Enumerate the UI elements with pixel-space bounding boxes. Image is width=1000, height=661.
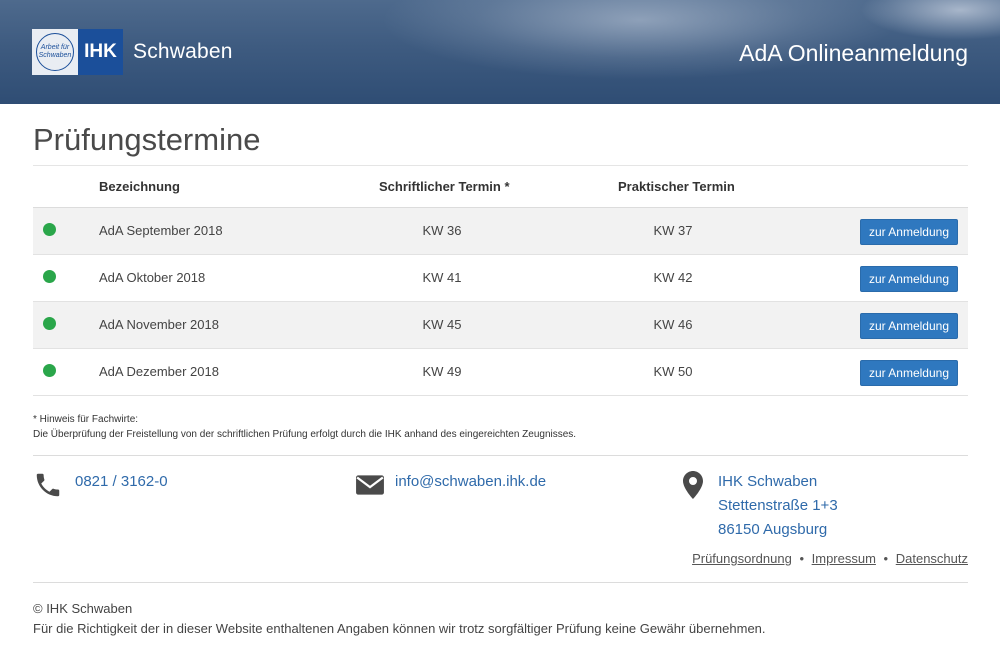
exam-dates-table: Bezeichnung Schriftlicher Termin * Prakt… [33,166,968,396]
link-impressum[interactable]: Impressum [812,551,876,566]
phone-icon [36,473,60,497]
envelope-icon [356,475,384,495]
app-title: AdA Onlineanmeldung [739,40,968,66]
link-pruefungsordnung[interactable]: Prüfungsordnung [692,551,792,566]
status-dot-icon [43,270,56,283]
address-lines: IHK Schwaben Stettenstraße 1+3 86150 Aug… [718,470,838,542]
address-street[interactable]: Stettenstraße 1+3 [718,497,838,514]
logo-seal-text: Arbeit für Schwaben [36,33,74,71]
exam-name: AdA November 2018 [99,317,219,332]
link-datenschutz[interactable]: Datenschutz [896,551,968,566]
written-date: KW 49 [422,364,462,379]
register-button[interactable]: zur Anmeldung [859,266,958,292]
register-button[interactable]: zur Anmeldung [859,360,958,386]
table-row: AdA Oktober 2018 KW 41 KW 42 zur Anmeldu… [33,255,968,302]
link-separator: • [799,551,804,566]
column-header-practical: Praktischer Termin [618,179,735,194]
register-button[interactable]: zur Anmeldung [859,219,958,245]
status-dot-icon [43,317,56,330]
written-date: KW 45 [422,317,462,332]
practical-date: KW 37 [653,223,693,238]
footnote: * Hinweis für Fachwirte: Die Überprüfung… [33,412,576,442]
site-header: Arbeit für Schwaben IHK Schwaben AdA Onl… [0,0,1000,104]
status-dot-icon [43,223,56,236]
site-footer: © IHK Schwaben Für die Richtigkeit der i… [33,599,766,639]
column-header-written: Schriftlicher Termin * [379,179,510,194]
email-link[interactable]: info@schwaben.ihk.de [395,470,546,494]
contact-email: info@schwaben.ihk.de [355,470,546,500]
table-row: AdA Dezember 2018 KW 49 KW 50 zur Anmeld… [33,349,968,396]
map-marker-icon [683,471,703,499]
phone-link[interactable]: 0821 / 3162-0 [75,470,168,494]
divider [33,455,968,456]
written-date: KW 41 [422,270,462,285]
table-row: AdA September 2018 KW 36 KW 37 zur Anmel… [33,208,968,255]
ihk-logo[interactable]: Arbeit für Schwaben IHK Schwaben [32,29,233,75]
status-dot-icon [43,364,56,377]
written-date: KW 36 [422,223,462,238]
footnote-title: * Hinweis für Fachwirte: [33,414,139,425]
address-city[interactable]: 86150 Augsburg [718,521,827,538]
disclaimer: Für die Richtigkeit der in dieser Websit… [33,621,766,636]
table-header: Bezeichnung Schriftlicher Termin * Prakt… [33,166,968,208]
practical-date: KW 46 [653,317,693,332]
exam-name: AdA September 2018 [99,223,223,238]
register-button[interactable]: zur Anmeldung [859,313,958,339]
exam-name: AdA Dezember 2018 [99,364,219,379]
address-name[interactable]: IHK Schwaben [718,473,817,490]
column-header-name: Bezeichnung [99,179,180,194]
copyright: © IHK Schwaben [33,601,133,616]
logo-name: Schwaben [133,40,233,63]
footnote-text: Die Überprüfung der Freistellung von der… [33,429,577,440]
contact-phone: 0821 / 3162-0 [33,470,168,500]
header-sheen [860,0,1000,40]
table-row: AdA November 2018 KW 45 KW 46 zur Anmeld… [33,302,968,349]
logo-ihk-mark: IHK [78,29,123,75]
divider [33,582,968,583]
contact-address: IHK Schwaben Stettenstraße 1+3 86150 Aug… [678,470,838,542]
logo-seal: Arbeit für Schwaben [32,29,78,75]
page-title: Prüfungstermine [33,122,261,157]
exam-name: AdA Oktober 2018 [99,270,206,285]
legal-links: Prüfungsordnung • Impressum • Datenschut… [692,551,968,566]
practical-date: KW 42 [653,270,693,285]
practical-date: KW 50 [653,364,693,379]
link-separator: • [883,551,889,566]
